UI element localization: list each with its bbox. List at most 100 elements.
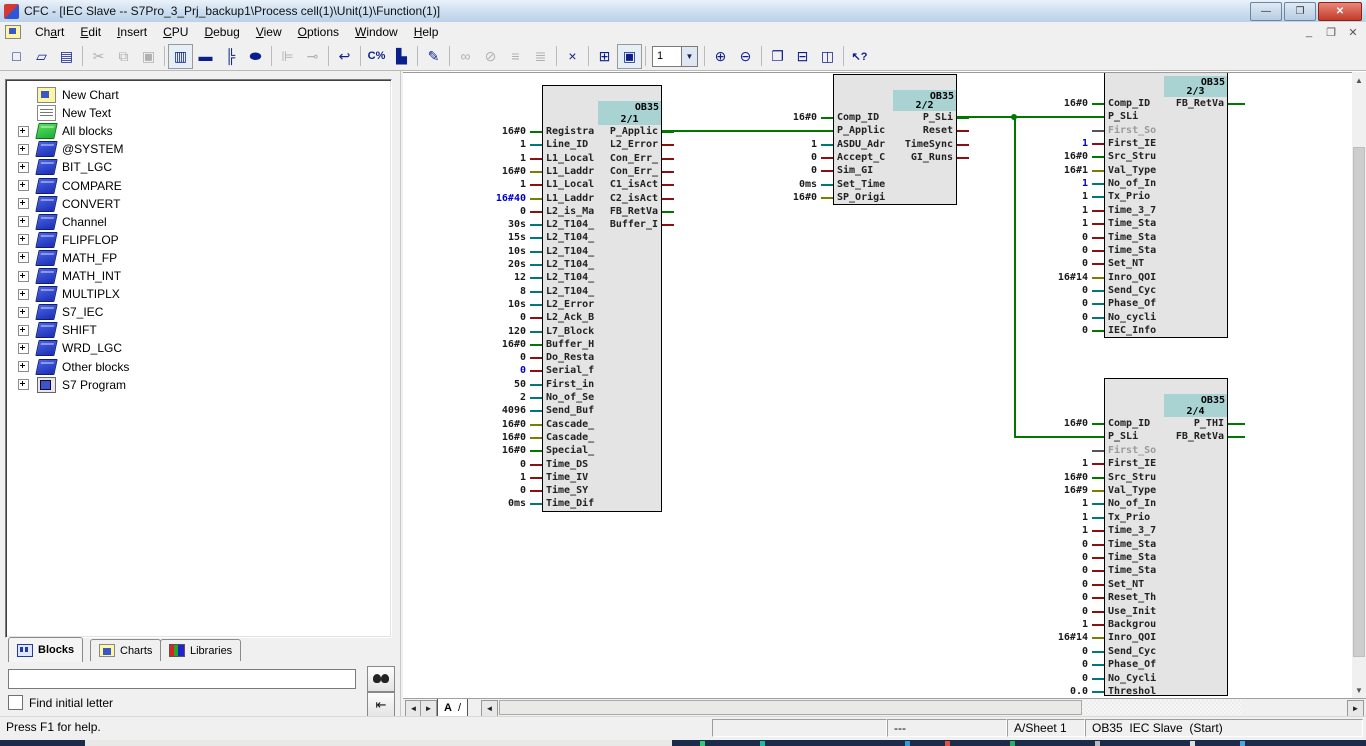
input-name[interactable]: Set_NT xyxy=(1108,258,1144,269)
menu-edit[interactable]: Edit xyxy=(72,23,109,41)
input-value[interactable]: 16#0 xyxy=(466,166,526,177)
input-name[interactable]: Cascade_ xyxy=(546,419,594,430)
input-name[interactable]: Tx_Prio xyxy=(1108,191,1150,202)
input-name[interactable]: Time_IV xyxy=(546,472,588,483)
taskbar-app-icon[interactable] xyxy=(1190,741,1195,746)
input-name[interactable]: Buffer_H xyxy=(546,339,594,350)
input-value[interactable]: 20s xyxy=(466,259,526,270)
input-value[interactable]: 0 xyxy=(1028,245,1088,256)
input-value[interactable]: 1 xyxy=(466,472,526,483)
zoom-out-button[interactable]: ⊖ xyxy=(733,44,758,69)
close-button[interactable]: ✕ xyxy=(1318,2,1362,21)
input-value[interactable]: 0 xyxy=(466,206,526,217)
input-value[interactable]: 0 xyxy=(1028,312,1088,323)
comment-button[interactable]: ⬬ xyxy=(243,44,268,69)
tree-item-compare[interactable]: COMPARE xyxy=(6,177,391,195)
input-name[interactable]: First_IE xyxy=(1108,138,1156,149)
input-name[interactable]: No_cycli xyxy=(1108,312,1156,323)
input-name[interactable]: First_IE xyxy=(1108,458,1156,469)
input-value[interactable]: 16#1 xyxy=(1028,165,1088,176)
tree-item-other-blocks[interactable]: Other blocks xyxy=(6,358,391,376)
input-value[interactable]: 1 xyxy=(1028,218,1088,229)
input-name[interactable]: Time_Sta xyxy=(1108,232,1156,243)
input-value[interactable]: 16#0 xyxy=(466,339,526,350)
menu-cpu[interactable]: CPU xyxy=(155,23,196,41)
tree-item-bit-lgc[interactable]: BIT_LGC xyxy=(6,158,391,176)
menu-insert[interactable]: Insert xyxy=(109,23,155,41)
input-value[interactable]: 0 xyxy=(757,165,817,176)
input-value[interactable]: 0 xyxy=(1028,659,1088,670)
output-name[interactable]: FB_RetVa xyxy=(578,206,658,217)
hscroll-left-button[interactable]: ◄ xyxy=(481,700,498,717)
input-value[interactable]: 2 xyxy=(466,392,526,403)
minimize-button[interactable]: — xyxy=(1250,2,1282,21)
scroll-up-button[interactable]: ▲ xyxy=(1352,72,1366,88)
mdi-restore-button[interactable]: ❐ xyxy=(1324,26,1338,39)
input-value[interactable]: 16#14 xyxy=(1028,632,1088,643)
input-value[interactable]: 0 xyxy=(1028,325,1088,336)
taskbar-app-icon[interactable] xyxy=(700,741,705,746)
input-value[interactable]: 8 xyxy=(466,286,526,297)
connection-line[interactable] xyxy=(1228,436,1245,438)
input-name[interactable]: Time_Sta xyxy=(1108,565,1156,576)
input-value[interactable]: 15s xyxy=(466,232,526,243)
input-value[interactable]: 16#0 xyxy=(466,432,526,443)
input-name[interactable]: Phase_Of xyxy=(1108,659,1156,670)
sheet-view-button[interactable]: ▣ xyxy=(617,44,642,69)
input-value[interactable]: 50 xyxy=(466,379,526,390)
zoom-combo[interactable]: 1▼ xyxy=(652,46,698,67)
input-value[interactable]: 16#0 xyxy=(1028,418,1088,429)
input-name[interactable]: Send_Buf xyxy=(546,405,594,416)
tree-item-s7-iec[interactable]: S7_IEC xyxy=(6,303,391,321)
horizontal-scroll-thumb[interactable] xyxy=(499,700,1082,715)
taskbar-app-icon[interactable] xyxy=(1240,741,1245,746)
expand-plus-icon[interactable] xyxy=(18,162,29,173)
expand-plus-icon[interactable] xyxy=(18,379,29,390)
output-name[interactable]: P_Applic xyxy=(578,126,658,137)
input-value[interactable]: 16#0 xyxy=(1028,98,1088,109)
input-name[interactable]: SP_Origi xyxy=(837,192,885,203)
menu-window[interactable]: Window xyxy=(347,23,406,41)
expand-plus-icon[interactable] xyxy=(18,144,29,155)
chart-statistics-button[interactable]: ▙ xyxy=(389,44,414,69)
input-name[interactable]: IEC_Info xyxy=(1108,325,1156,336)
input-value[interactable]: 1 xyxy=(1028,205,1088,216)
input-value[interactable]: 0 xyxy=(466,459,526,470)
search-input[interactable] xyxy=(8,669,356,689)
expand-plus-icon[interactable] xyxy=(18,126,29,137)
expand-plus-icon[interactable] xyxy=(18,343,29,354)
chart-canvas[interactable]: IEC Slave 1S7_IEC_CS7IEC_S1OB352/116#0Re… xyxy=(403,72,1352,699)
tile-vertical-button[interactable]: ◫ xyxy=(815,44,840,69)
input-name[interactable]: Phase_Of xyxy=(1108,298,1156,309)
run-sequence-button[interactable]: C% xyxy=(364,44,389,69)
input-name[interactable]: Set_Time xyxy=(837,179,885,190)
input-value[interactable]: 0 xyxy=(757,152,817,163)
jump-button[interactable]: ↩ xyxy=(332,44,357,69)
tree-item-all-blocks[interactable]: All blocks xyxy=(6,122,391,140)
input-value[interactable]: 1 xyxy=(1028,619,1088,630)
input-name[interactable]: Inro_QOI xyxy=(1108,272,1156,283)
expand-plus-icon[interactable] xyxy=(18,180,29,191)
tree-item-channel[interactable]: Channel xyxy=(6,213,391,231)
input-value[interactable]: 1 xyxy=(1028,138,1088,149)
restore-button[interactable]: ❐ xyxy=(1284,2,1316,21)
input-name[interactable]: Time_3_7 xyxy=(1108,525,1156,536)
mdi-minimize-button[interactable]: _ xyxy=(1302,26,1316,38)
input-value[interactable]: 0 xyxy=(466,312,526,323)
connection-line[interactable] xyxy=(957,116,1104,118)
menu-view[interactable]: View xyxy=(248,23,290,41)
open-button[interactable]: ▱ xyxy=(29,44,54,69)
input-value[interactable]: 10s xyxy=(466,299,526,310)
input-value[interactable]: 16#14 xyxy=(1028,272,1088,283)
input-value[interactable]: 16#0 xyxy=(466,419,526,430)
input-name[interactable]: No_Cycli xyxy=(1108,673,1156,684)
input-name[interactable]: Backgrou xyxy=(1108,619,1156,630)
input-value[interactable]: 0ms xyxy=(757,179,817,190)
expand-plus-icon[interactable] xyxy=(18,289,29,300)
input-value[interactable]: 0 xyxy=(466,365,526,376)
input-value[interactable]: 10s xyxy=(466,246,526,257)
input-name[interactable]: Special_ xyxy=(546,445,594,456)
tab-libraries[interactable]: Libraries xyxy=(160,639,241,661)
output-name[interactable]: Reset xyxy=(873,125,953,136)
taskbar-app-icon[interactable] xyxy=(1095,741,1100,746)
